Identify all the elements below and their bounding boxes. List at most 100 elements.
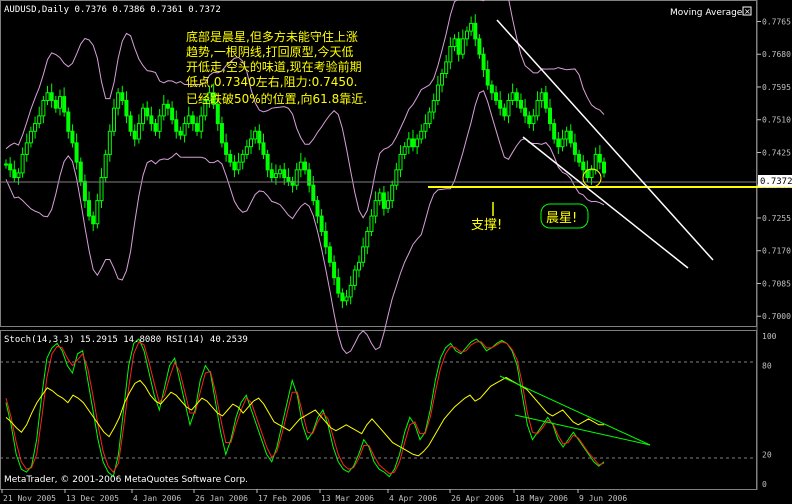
candle-body bbox=[282, 169, 287, 179]
candle-body bbox=[157, 115, 162, 132]
morning-star-label: 晨星! bbox=[546, 211, 577, 226]
candle-body bbox=[435, 84, 440, 101]
candle-body bbox=[269, 169, 274, 179]
candle-body bbox=[531, 115, 536, 125]
candle-body bbox=[552, 123, 557, 140]
candle-body bbox=[527, 115, 532, 125]
candle-body bbox=[37, 115, 42, 125]
candle-body bbox=[99, 177, 104, 202]
annotation-line: 低点,0.7340左右,阻力:0.7450. bbox=[186, 74, 357, 89]
candle-body bbox=[352, 269, 357, 286]
candle-body bbox=[215, 103, 220, 125]
candle-body bbox=[249, 138, 254, 148]
candle-body bbox=[589, 169, 594, 179]
candle-body bbox=[141, 107, 146, 125]
candle-body bbox=[124, 99, 129, 117]
time-tick-label: 26 Jan 2006 bbox=[195, 494, 248, 503]
candle-body bbox=[377, 192, 382, 202]
candle-body bbox=[323, 230, 328, 248]
candle-body bbox=[273, 173, 278, 179]
candle-body bbox=[41, 99, 46, 117]
candle-body bbox=[543, 92, 548, 109]
time-tick-label: 13 Dec 2005 bbox=[66, 494, 119, 503]
stoch-lower-trendline bbox=[514, 414, 651, 446]
candle-body bbox=[16, 172, 21, 179]
indicator-label: Moving Average bbox=[670, 8, 743, 18]
candle-body bbox=[344, 296, 349, 302]
candle-body bbox=[348, 284, 353, 298]
price-tick-label: 0.7765 bbox=[762, 17, 791, 26]
candle-body bbox=[410, 138, 415, 148]
time-tick-label: 4 Jan 2006 bbox=[133, 494, 181, 503]
candle-body bbox=[518, 99, 523, 109]
candle-body bbox=[219, 123, 224, 144]
candle-body bbox=[506, 99, 511, 117]
candle-body bbox=[485, 69, 490, 86]
candle-body bbox=[597, 153, 602, 163]
support-label: 支撑! bbox=[471, 218, 502, 233]
symbol-header: AUDUSD,Daily 0.7376 0.7386 0.7361 0.7372 bbox=[4, 5, 221, 15]
candle-body bbox=[240, 153, 245, 163]
candle-body bbox=[456, 38, 461, 55]
osc-series-line bbox=[5, 341, 605, 475]
candle-body bbox=[244, 146, 249, 155]
candle-body bbox=[174, 119, 179, 132]
osc-axis-ticks: 100 80 20 0 bbox=[762, 332, 777, 489]
candle-body bbox=[49, 92, 54, 101]
price-annotation: 底部是晨星,但多方未能守住上涨 趋势,一根阴线,打回原型,今天低 开低走,空头的… bbox=[186, 29, 367, 106]
candle-body bbox=[149, 115, 154, 125]
candle-body bbox=[460, 38, 465, 55]
annotation-line: 已经跌破50%的位置,向61.8靠近. bbox=[186, 91, 367, 106]
candle-body bbox=[427, 111, 432, 125]
candle-body bbox=[494, 92, 499, 101]
candle-body bbox=[145, 107, 150, 117]
candle-body bbox=[4, 163, 8, 166]
candle-body bbox=[132, 130, 137, 140]
oscillator-lines bbox=[5, 338, 605, 478]
candle-body bbox=[369, 215, 374, 232]
price-panel-frame bbox=[0, 0, 757, 327]
candle-body bbox=[57, 96, 62, 109]
candle-body bbox=[386, 200, 391, 209]
candle-body bbox=[294, 169, 299, 186]
candle-body bbox=[593, 153, 598, 171]
candle-body bbox=[78, 161, 83, 182]
candle-body bbox=[406, 138, 411, 148]
candle-body bbox=[228, 153, 233, 163]
candle-body bbox=[548, 107, 553, 125]
candle-body bbox=[107, 130, 112, 155]
candle-body bbox=[464, 30, 469, 40]
candle-body bbox=[53, 99, 58, 109]
candle-body bbox=[361, 246, 366, 263]
price-tick-label: 0.7680 bbox=[762, 50, 791, 59]
upper-trendline bbox=[496, 19, 714, 261]
candle-body bbox=[178, 130, 183, 136]
annotation-line: 开低走,空头的味道,现在考验前期 bbox=[186, 59, 362, 74]
candle-body bbox=[8, 163, 13, 171]
candle-body bbox=[253, 130, 258, 140]
time-tick-label: 21 Nov 2005 bbox=[3, 494, 56, 503]
candle-body bbox=[448, 46, 453, 63]
candle-body bbox=[136, 123, 141, 140]
candle-body bbox=[602, 161, 606, 174]
chart-window: 0.77650.76800.75950.75100.74250.73400.72… bbox=[0, 0, 792, 504]
candle-body bbox=[564, 130, 569, 140]
candle-body bbox=[62, 96, 67, 113]
chart-canvas: 0.77650.76800.75950.75100.74250.73400.72… bbox=[0, 0, 792, 503]
candle-body bbox=[477, 38, 482, 55]
candle-body bbox=[473, 22, 478, 40]
osc-tick-label: 20 bbox=[762, 450, 772, 459]
candle-body bbox=[444, 61, 449, 74]
candle-body bbox=[535, 99, 540, 117]
osc-series-line bbox=[5, 376, 604, 457]
candle-body bbox=[91, 215, 96, 225]
current-price-label: 0.7372 bbox=[760, 177, 792, 187]
candle-body bbox=[514, 92, 519, 101]
candle-body bbox=[28, 130, 33, 144]
candle-body bbox=[182, 123, 187, 136]
price-axis-ticks: 0.77650.76800.75950.75100.74250.73400.72… bbox=[757, 17, 791, 321]
time-axis-ticks: 21 Nov 2005 13 Dec 2005 4 Jan 2006 26 Jan 2… bbox=[1, 489, 627, 503]
candle-body bbox=[319, 215, 324, 232]
candle-body bbox=[278, 169, 283, 175]
candle-body bbox=[577, 153, 582, 163]
